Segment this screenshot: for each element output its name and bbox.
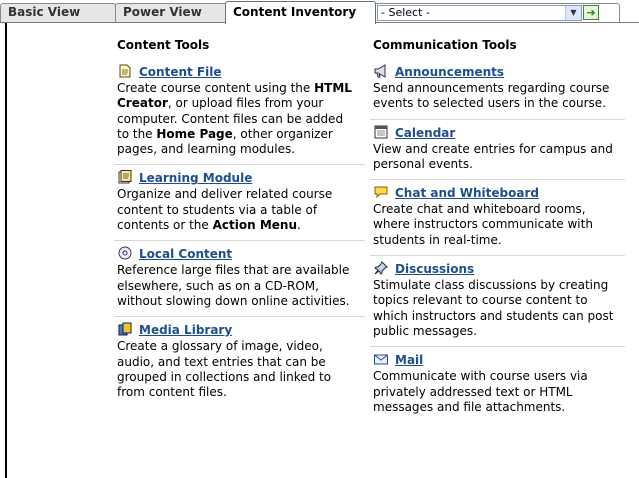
announcements-link[interactable]: Announcements — [395, 65, 504, 79]
emphasized-term: HTML Creator — [117, 81, 352, 111]
local-content-link[interactable]: Local Content — [139, 247, 232, 261]
chat-and-whiteboard-link[interactable]: Chat and Whiteboard — [395, 186, 539, 200]
tool-title: Announcements — [373, 64, 617, 80]
tool-description: View and create entries for campus and p… — [373, 141, 613, 171]
view-tabbar: Basic View Power View Content Inventory … — [0, 0, 639, 24]
module-icon[interactable] — [117, 170, 133, 184]
tab-power-view[interactable]: Power View — [115, 3, 233, 22]
content-tools-heading: Content Tools — [117, 38, 210, 52]
content-file-link[interactable]: Content File — [139, 65, 222, 79]
pushpin-icon[interactable] — [373, 261, 389, 275]
left-border — [5, 23, 7, 478]
arrow-right-icon: ➜ — [586, 6, 596, 19]
tool-title: Learning Module — [117, 170, 357, 186]
tool-description: Send announcements regarding course even… — [373, 81, 610, 111]
go-arrow-button[interactable]: ➜ — [583, 5, 599, 20]
tool-item-mail: Mail Communicate with course users via pr… — [373, 352, 617, 423]
tool-title: Local Content — [117, 246, 357, 262]
tool-description: Create a glossary of image, video, audio… — [117, 339, 332, 400]
emphasized-term: Home Page — [156, 126, 233, 141]
media-library-link[interactable]: Media Library — [139, 323, 232, 337]
content-tools-column: Content Tools Content File Create course … — [114, 38, 365, 413]
tool-title: Media Library — [117, 322, 357, 338]
tool-description: Communicate with course users via privat… — [373, 369, 588, 414]
view-select-value: - Select - — [381, 6, 430, 19]
tool-item-content-file: Content File Create course content using … — [114, 64, 365, 166]
discussions-link[interactable]: Discussions — [395, 262, 474, 276]
learning-module-link[interactable]: Learning Module — [139, 171, 252, 185]
emphasized-term: Action Menu — [212, 218, 297, 233]
media-library-icon[interactable] — [117, 322, 133, 336]
tool-title: Calendar — [373, 125, 617, 141]
view-select[interactable]: - Select - ▼ — [377, 5, 582, 21]
mail-icon[interactable] — [373, 352, 389, 366]
tool-item-announcements: Announcements Send announcements regardin… — [370, 64, 625, 120]
megaphone-icon[interactable] — [373, 64, 389, 78]
tool-title: Mail — [373, 352, 617, 368]
tab-basic-view[interactable]: Basic View — [0, 3, 116, 22]
calendar-link[interactable]: Calendar — [395, 126, 455, 140]
tool-item-chat-and-whiteboard: Chat and Whiteboard Create chat and white… — [370, 185, 625, 256]
calendar-icon[interactable] — [373, 125, 389, 139]
tool-description: Reference large files that are available… — [117, 263, 350, 308]
tool-description: Organize and deliver related course cont… — [117, 187, 333, 233]
tab-content-inventory[interactable]: Content Inventory — [225, 1, 376, 24]
tool-description: Stimulate class discussions by creating … — [373, 278, 614, 338]
mail-link[interactable]: Mail — [395, 353, 423, 367]
tool-title: Content File — [117, 64, 357, 80]
tool-item-local-content: Local Content Reference large files that … — [114, 246, 365, 318]
chevron-down-icon[interactable]: ▼ — [565, 6, 581, 20]
tool-description: Create chat and whiteboard rooms, where … — [373, 202, 593, 247]
cd-icon[interactable] — [117, 246, 133, 260]
chat-icon[interactable] — [373, 185, 389, 199]
tool-item-discussions: Discussions Stimulate class discussions b… — [370, 261, 625, 348]
communication-tools-heading: Communication Tools — [373, 38, 517, 52]
document-icon[interactable] — [117, 64, 133, 78]
communication-tools-column: Communication Tools Announcements Send an… — [370, 38, 625, 428]
tool-item-media-library: Media Library Create a glossary of image,… — [117, 322, 357, 408]
tool-item-learning-module: Learning Module Organize and deliver rela… — [114, 170, 365, 242]
tool-item-calendar: Calendar View and create entries for camp… — [370, 125, 625, 181]
tool-title: Chat and Whiteboard — [373, 185, 617, 201]
tool-description: Create course content using the HTML Cre… — [117, 81, 352, 157]
tool-title: Discussions — [373, 261, 617, 277]
